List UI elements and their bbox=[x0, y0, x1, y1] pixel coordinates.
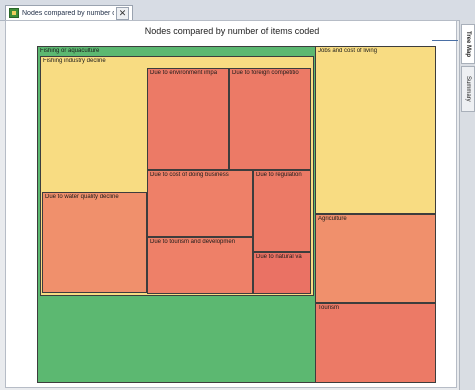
tab-label: Nodes compared by number of bbox=[22, 9, 114, 17]
cell-agriculture-label: Agriculture bbox=[318, 216, 347, 222]
cell-fishing-or-aquaculture-label: Fishing or aquaculture bbox=[40, 48, 100, 54]
cell-environment-impact-label: Due to environment impa bbox=[150, 70, 218, 76]
cell-water-quality-decline[interactable]: Due to water quality decline bbox=[42, 192, 147, 293]
cell-foreign-competition-label: Due to foreign competitio bbox=[232, 70, 299, 76]
chart-panel: Nodes compared by number of items coded … bbox=[5, 20, 457, 388]
tab-summary-label: Summary bbox=[465, 76, 471, 102]
tab-tree-map-label: Tree Map bbox=[465, 30, 471, 57]
tab-summary[interactable]: Summary bbox=[461, 66, 475, 112]
cell-regulation-label: Due to regulation bbox=[256, 172, 302, 178]
cell-tourism-label: Tourism bbox=[318, 305, 340, 311]
document-tab[interactable]: Nodes compared by number of ✕ bbox=[5, 5, 133, 20]
treemap-icon bbox=[9, 8, 19, 18]
cell-environment-impact[interactable]: Due to environment impa bbox=[147, 68, 229, 170]
cell-cost-of-doing-business[interactable]: Due to cost of doing business bbox=[147, 170, 253, 237]
tab-tree-map[interactable]: Tree Map bbox=[461, 24, 475, 64]
cell-natural-variation[interactable]: Due to natural va bbox=[253, 252, 311, 294]
cell-jobs-and-cost-of-living-label: Jobs and cost of living bbox=[318, 48, 378, 54]
close-icon[interactable]: ✕ bbox=[116, 6, 129, 20]
cell-tourism-and-development-label: Due to tourism and developmen bbox=[150, 239, 236, 245]
treemap: Fishing or aquaculture Fishing industry d… bbox=[6, 21, 458, 389]
cell-cost-of-doing-business-label: Due to cost of doing business bbox=[150, 172, 229, 178]
right-side-tabs: Tree Map Summary bbox=[459, 20, 475, 390]
cell-natural-variation-label: Due to natural va bbox=[256, 254, 302, 260]
cell-foreign-competition[interactable]: Due to foreign competitio bbox=[229, 68, 311, 170]
cell-tourism-and-development[interactable]: Due to tourism and developmen bbox=[147, 237, 253, 294]
cell-regulation[interactable]: Due to regulation bbox=[253, 170, 311, 252]
cell-jobs-and-cost-of-living[interactable]: Jobs and cost of living bbox=[315, 46, 436, 214]
cell-fishing-industry-decline-label: Fishing industry decline bbox=[43, 58, 106, 64]
cell-tourism[interactable]: Tourism bbox=[315, 303, 436, 383]
tab-pointer-line bbox=[432, 40, 458, 41]
cell-agriculture[interactable]: Agriculture bbox=[315, 214, 436, 303]
cell-water-quality-decline-label: Due to water quality decline bbox=[45, 194, 119, 200]
document-tab-bar: Nodes compared by number of ✕ bbox=[0, 0, 475, 21]
